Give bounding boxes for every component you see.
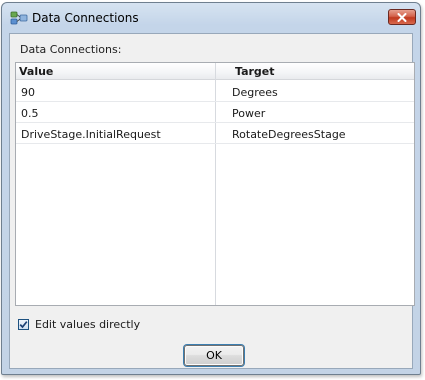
close-button[interactable] bbox=[388, 9, 416, 25]
cell-value[interactable]: 90 bbox=[21, 86, 35, 99]
cell-target[interactable]: RotateDegreesStage bbox=[232, 128, 346, 141]
cell-target[interactable]: Degrees bbox=[232, 86, 278, 99]
column-header-target[interactable]: Target bbox=[235, 65, 275, 78]
checkmark-icon bbox=[19, 320, 28, 328]
cell-value[interactable]: DriveStage.InitialRequest bbox=[21, 128, 161, 141]
cell-value[interactable]: 0.5 bbox=[21, 107, 39, 120]
column-header-value[interactable]: Value bbox=[19, 65, 53, 78]
cell-target[interactable]: Power bbox=[232, 107, 265, 120]
edit-values-directly-label[interactable]: Edit values directly bbox=[35, 318, 140, 331]
window-title: Data Connections bbox=[32, 11, 139, 25]
data-connections-label: Data Connections: bbox=[20, 43, 122, 56]
data-connections-icon bbox=[10, 11, 28, 25]
title-bar[interactable]: Data Connections bbox=[2, 3, 420, 33]
table-row[interactable]: 0.5 Power bbox=[16, 103, 414, 123]
edit-values-directly-checkbox[interactable] bbox=[18, 318, 29, 330]
data-connections-grid[interactable]: Value Target 90 Degrees 0.5 Power DriveS… bbox=[15, 62, 415, 306]
dialog-content: Data Connections: Value Target 90 Degree… bbox=[9, 33, 415, 369]
table-row[interactable]: 90 Degrees bbox=[16, 82, 414, 102]
dialog-window: Data Connections Data Connections: Value… bbox=[1, 2, 421, 375]
table-row[interactable]: DriveStage.InitialRequest RotateDegreesS… bbox=[16, 124, 414, 144]
ok-button[interactable]: OK bbox=[184, 345, 244, 366]
close-icon bbox=[397, 12, 407, 22]
edit-values-directly-option[interactable]: Edit values directly bbox=[18, 317, 140, 331]
